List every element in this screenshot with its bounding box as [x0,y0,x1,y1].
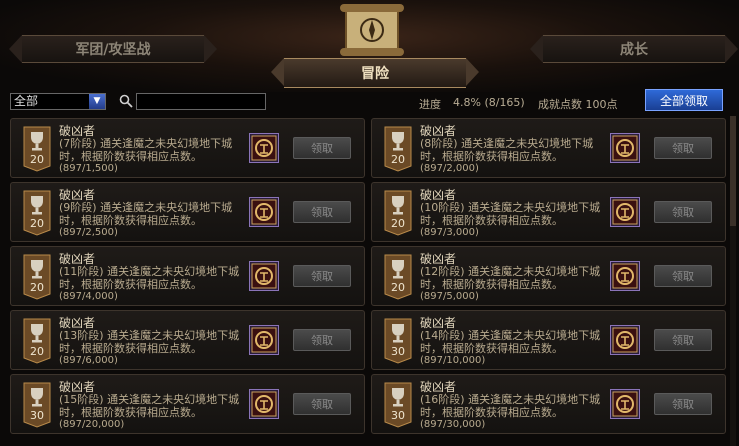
trophy-badge: 20 [23,126,51,172]
trophy-badge: 20 [23,254,51,300]
achievement-progress: (897/5,000) [420,291,479,302]
scrollbar[interactable] [730,116,736,446]
achievement-description: (13阶段) 通关逢魔之未央幻境地下城时，根据阶数获得相应点数。 [59,329,240,355]
tab-adventure[interactable]: 冒险 [271,58,479,88]
achievement-card: 20 破凶者 (10阶段) 通关逢魔之未央幻境地下城时，根据阶数获得相应点数。 (89… [371,182,726,242]
achievement-progress: (897/20,000) [59,419,125,430]
claim-button[interactable]: 领取 [293,265,351,287]
scroll-emblem-icon [340,4,404,56]
achievement-card: 20 破凶者 (9阶段) 通关逢魔之未央幻境地下城时，根据阶数获得相应点数。 (897… [10,182,365,242]
filter-select-value: 全部 [14,94,39,108]
reward-emblem-icon[interactable] [610,197,640,227]
achievement-progress: (897/3,000) [420,227,479,238]
badge-points: 20 [391,281,405,294]
achievement-card: 30 破凶者 (15阶段) 通关逢魔之未央幻境地下城时，根据阶数获得相应点数。 (89… [10,374,365,434]
claim-button[interactable]: 领取 [293,393,351,415]
achievement-progress: (897/30,000) [420,419,486,430]
badge-points: 30 [30,409,44,422]
achievement-description: (8阶段) 通关逢魔之未央幻境地下城时，根据阶数获得相应点数。 [420,137,594,163]
tab-legion-siege[interactable]: 军团/攻坚战 [9,35,217,63]
claim-button[interactable]: 领取 [654,201,712,223]
claim-button[interactable]: 领取 [654,393,712,415]
trophy-badge: 20 [384,190,412,236]
reward-emblem-icon[interactable] [249,261,279,291]
badge-points: 20 [30,281,44,294]
achievement-list: 20 破凶者 (7阶段) 通关逢魔之未央幻境地下城时，根据阶数获得相应点数。 (897… [0,116,739,446]
filter-select[interactable]: 全部 ▼ [10,93,106,110]
achievement-card: 30 破凶者 (16阶段) 通关逢魔之未央幻境地下城时，根据阶数获得相应点数。 (89… [371,374,726,434]
achievement-description: (7阶段) 通关逢魔之未央幻境地下城时，根据阶数获得相应点数。 [59,137,233,163]
claim-button[interactable]: 领取 [293,201,351,223]
claim-button[interactable]: 领取 [654,137,712,159]
reward-emblem-icon[interactable] [249,133,279,163]
badge-points: 30 [391,345,405,358]
trophy-badge: 30 [23,382,51,428]
achievement-card: 20 破凶者 (11阶段) 通关逢魔之未央幻境地下城时，根据阶数获得相应点数。 (89… [10,246,365,306]
achievement-points: 成就点数 100点 [538,98,618,111]
claim-button[interactable]: 领取 [293,137,351,159]
achievement-description: (10阶段) 通关逢魔之未央幻境地下城时，根据阶数获得相应点数。 [420,201,601,227]
achievement-progress: (897/1,500) [59,163,118,174]
badge-points: 20 [391,217,405,230]
achievement-progress: (897/2,000) [420,163,479,174]
badge-points: 20 [391,153,405,166]
achievement-card: 20 破凶者 (7阶段) 通关逢魔之未央幻境地下城时，根据阶数获得相应点数。 (897… [10,118,365,178]
achievement-description: (11阶段) 通关逢魔之未央幻境地下城时，根据阶数获得相应点数。 [59,265,240,291]
achievement-description: (12阶段) 通关逢魔之未央幻境地下城时，根据阶数获得相应点数。 [420,265,601,291]
badge-points: 20 [30,217,44,230]
progress-label: 进度 [419,98,441,111]
achievement-card: 30 破凶者 (14阶段) 通关逢魔之未央幻境地下城时，根据阶数获得相应点数。 (89… [371,310,726,370]
badge-points: 20 [30,153,44,166]
trophy-badge: 20 [384,254,412,300]
achievement-description: (14阶段) 通关逢魔之未央幻境地下城时，根据阶数获得相应点数。 [420,329,601,355]
trophy-badge: 30 [384,318,412,364]
reward-emblem-icon[interactable] [610,133,640,163]
reward-emblem-icon[interactable] [610,389,640,419]
chevron-down-icon[interactable]: ▼ [89,94,105,109]
trophy-badge: 30 [384,382,412,428]
achievement-description: (16阶段) 通关逢魔之未央幻境地下城时，根据阶数获得相应点数。 [420,393,601,419]
achievement-description: (9阶段) 通关逢魔之未央幻境地下城时，根据阶数获得相应点数。 [59,201,233,227]
claim-button[interactable]: 领取 [654,265,712,287]
reward-emblem-icon[interactable] [249,325,279,355]
reward-emblem-icon[interactable] [249,197,279,227]
reward-emblem-icon[interactable] [249,389,279,419]
achievement-progress: (897/6,000) [59,355,118,366]
search-icon [119,94,133,108]
search-input[interactable] [136,93,266,110]
claim-button[interactable]: 领取 [654,329,712,351]
progress-value: 4.8% (8/165) [453,96,525,109]
trophy-badge: 20 [384,126,412,172]
achievement-card: 20 破凶者 (13阶段) 通关逢魔之未央幻境地下城时，根据阶数获得相应点数。 (89… [10,310,365,370]
trophy-badge: 20 [23,318,51,364]
achievement-card: 20 破凶者 (12阶段) 通关逢魔之未央幻境地下城时，根据阶数获得相应点数。 (89… [371,246,726,306]
achievement-progress: (897/2,500) [59,227,118,238]
scrollbar-thumb[interactable] [730,116,736,226]
achievement-card: 20 破凶者 (8阶段) 通关逢魔之未央幻境地下城时，根据阶数获得相应点数。 (897… [371,118,726,178]
achievement-progress: (897/4,000) [59,291,118,302]
reward-emblem-icon[interactable] [610,325,640,355]
claim-button[interactable]: 领取 [293,329,351,351]
claim-all-button[interactable]: 全部领取 [645,89,723,111]
badge-points: 30 [391,409,405,422]
achievement-progress: (897/10,000) [420,355,486,366]
reward-emblem-icon[interactable] [610,261,640,291]
tab-growth[interactable]: 成长 [530,35,738,63]
achievement-description: (15阶段) 通关逢魔之未央幻境地下城时，根据阶数获得相应点数。 [59,393,240,419]
trophy-badge: 20 [23,190,51,236]
badge-points: 20 [30,345,44,358]
